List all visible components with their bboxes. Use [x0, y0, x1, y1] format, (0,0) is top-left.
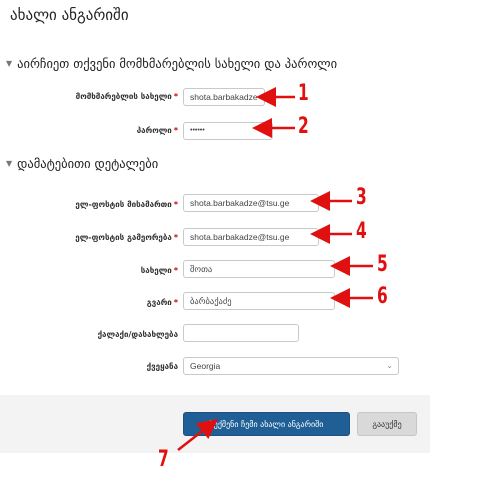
callout-7: 7 — [158, 447, 169, 472]
callout-3: 3 — [356, 185, 367, 210]
callout-5: 5 — [377, 252, 388, 277]
callout-2: 2 — [298, 114, 309, 139]
arrow-7 — [177, 418, 218, 451]
callout-1: 1 — [298, 81, 309, 106]
callout-4: 4 — [356, 219, 367, 244]
callout-6: 6 — [377, 284, 388, 309]
annotation-arrows — [177, 87, 373, 451]
